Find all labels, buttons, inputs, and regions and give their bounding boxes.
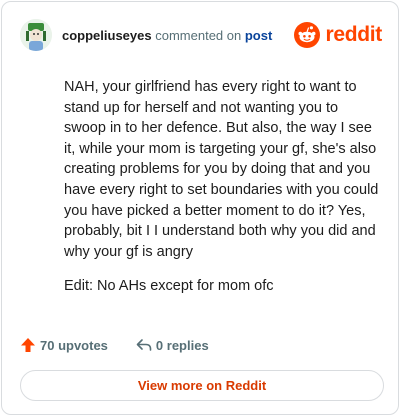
reddit-wordmark: reddit <box>325 23 382 46</box>
reply-count: 0 replies <box>155 337 209 353</box>
comment-paragraph: NAH, your girlfriend has every right to … <box>64 79 379 260</box>
user-avatar[interactable] <box>20 19 52 51</box>
embedded-comment-card: coppeliuseyes commented on post reddit N… <box>1 1 399 415</box>
username-link[interactable]: coppeliuseyes <box>62 28 152 43</box>
byline: coppeliuseyes commented on post <box>62 28 272 44</box>
view-more-on-reddit-button[interactable]: View more on Reddit <box>20 370 384 401</box>
comment-header: coppeliuseyes commented on post reddit <box>20 19 382 51</box>
comment-body: NAH, your girlfriend has every right to … <box>64 77 380 297</box>
avatar-image <box>20 19 52 51</box>
reddit-brand[interactable]: reddit <box>294 22 382 48</box>
comment-actions: 70 upvotes 0 replies <box>20 335 237 355</box>
comment-paragraph-edit: Edit: No AHs except for mom ofc <box>64 278 274 295</box>
reply-arrow-icon <box>136 339 152 351</box>
reddit-snoo-icon <box>294 22 321 48</box>
byline-action: commented on <box>155 28 242 43</box>
upvote-arrow-icon <box>21 338 35 352</box>
upvote-count: 70 upvotes <box>40 337 108 353</box>
replies-button[interactable]: 0 replies <box>136 337 209 353</box>
post-link[interactable]: post <box>245 28 272 43</box>
upvote-button[interactable]: 70 upvotes <box>20 337 108 353</box>
